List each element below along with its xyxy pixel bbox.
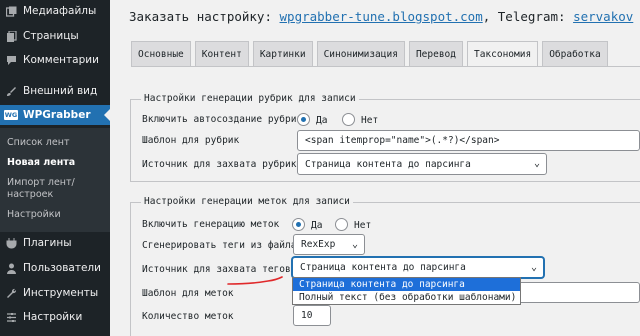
rubric-source-label: Источник для захвата рубрик bbox=[142, 159, 297, 170]
rubric-source-value: Страница контента до парсинга bbox=[305, 158, 471, 170]
telegram-link[interactable]: servakov bbox=[573, 9, 633, 24]
wpgrabber-icon: WG bbox=[3, 109, 19, 121]
menu-label: Медиафайлы bbox=[23, 5, 97, 17]
menu-label: Внешний вид bbox=[23, 85, 98, 97]
chevron-down-icon: ⌄ bbox=[530, 261, 537, 273]
settings-tabs: Основные Контент Картинки Синонимизация … bbox=[131, 41, 612, 67]
heading-prefix: Заказать настройку: bbox=[129, 9, 272, 24]
tabs-divider bbox=[131, 66, 640, 67]
tags-section-legend: Настройки генерации меток для записи bbox=[141, 196, 353, 207]
wpgrabber-submenu: Список лент Новая лента Импорт лент/ нас… bbox=[0, 128, 110, 232]
menu-label: Настройки bbox=[23, 311, 83, 323]
pages-icon bbox=[5, 30, 17, 42]
tab-translation[interactable]: Перевод bbox=[408, 41, 463, 66]
submenu-settings[interactable]: Настройки bbox=[7, 209, 61, 221]
admin-sidebar: Медиафайлы Страницы Комментарии Внешний … bbox=[0, 0, 110, 336]
enable-tags-yes-radio[interactable] bbox=[292, 218, 305, 231]
autocreate-yes-radio[interactable] bbox=[297, 113, 310, 126]
page-heading: Заказать настройку: wpgrabber-tune.blogs… bbox=[129, 9, 633, 24]
menu-item-comments[interactable]: Комментарии bbox=[0, 50, 110, 70]
menu-label: Пользователи bbox=[23, 262, 101, 274]
red-underline-annotation bbox=[227, 276, 283, 285]
autocreate-label: Включить автосоздание рубрик bbox=[142, 114, 303, 125]
rubric-section-legend: Настройки генерации рубрик для записи bbox=[141, 93, 359, 104]
submenu-import-line2[interactable]: настроек bbox=[7, 189, 53, 201]
menu-item-tools[interactable]: Инструменты bbox=[0, 283, 110, 303]
tools-icon bbox=[5, 287, 17, 299]
menu-label: Плагины bbox=[23, 237, 72, 249]
menu-label: Комментарии bbox=[23, 54, 99, 66]
tab-basic[interactable]: Основные bbox=[131, 41, 191, 66]
tab-taxonomy[interactable]: Таксономия bbox=[466, 41, 539, 67]
dropdown-option-before-parsing[interactable]: Страница контента до парсинга bbox=[293, 278, 520, 291]
menu-label: Инструменты bbox=[23, 287, 99, 299]
enable-tags-no-radio[interactable] bbox=[335, 218, 348, 231]
site-link[interactable]: wpgrabber-tune.blogspot.com bbox=[280, 9, 483, 24]
rubric-template-input[interactable]: <span itemprop="name">(.*?)</span> bbox=[297, 130, 640, 151]
menu-item-users[interactable]: Пользователи bbox=[0, 258, 110, 278]
media-icon bbox=[5, 5, 17, 17]
generate-tags-value: RexExp bbox=[301, 239, 336, 250]
menu-item-appearance[interactable]: Внешний вид bbox=[0, 81, 110, 101]
active-menu-arrow bbox=[104, 109, 110, 121]
chevron-down-icon: ⌄ bbox=[351, 238, 358, 250]
tags-source-dropdown-list: Страница контента до парсинга Полный тек… bbox=[292, 277, 521, 305]
appearance-icon bbox=[5, 85, 17, 97]
tags-template-label: Шаблон для меток bbox=[142, 288, 234, 299]
submenu-feed-list[interactable]: Список лент bbox=[7, 137, 69, 149]
rubric-source-select[interactable]: Страница контента до парсинга ⌄ bbox=[297, 153, 547, 175]
dropdown-option-full-text[interactable]: Полный текст (без обработки шаблонами) bbox=[293, 291, 520, 304]
plugins-icon bbox=[5, 237, 17, 249]
submenu-new-feed[interactable]: Новая лента bbox=[7, 157, 75, 169]
tags-count-input[interactable]: 10 bbox=[293, 305, 331, 326]
menu-item-media[interactable]: Медиафайлы bbox=[0, 1, 110, 21]
comments-icon bbox=[5, 54, 17, 66]
submenu-import[interactable]: Импорт лент/ bbox=[7, 177, 75, 189]
rubric-template-label: Шаблон для рубрик bbox=[142, 135, 240, 146]
menu-item-pages[interactable]: Страницы bbox=[0, 26, 110, 46]
autocreate-no-radio[interactable] bbox=[342, 113, 355, 126]
tags-source-select[interactable]: Страница контента до парсинга ⌄ bbox=[292, 257, 544, 278]
tab-processing[interactable]: Обработка bbox=[542, 41, 608, 66]
menu-label: WPGrabber bbox=[23, 109, 91, 121]
generate-tags-select[interactable]: RexExp ⌄ bbox=[293, 234, 365, 255]
menu-item-wpgrabber[interactable]: WG WPGrabber bbox=[0, 105, 110, 125]
menu-item-settings[interactable]: Настройки bbox=[0, 307, 110, 327]
tab-synonymization[interactable]: Синонимизация bbox=[316, 41, 405, 66]
menu-item-plugins[interactable]: Плагины bbox=[0, 233, 110, 253]
generate-tags-label: Сгенерировать теги из файла bbox=[142, 240, 297, 251]
enable-tags-label: Включить генерацию меток bbox=[142, 219, 280, 230]
heading-separator: , Telegram: bbox=[482, 9, 566, 24]
tags-source-label: Источник для захвата тегов bbox=[142, 264, 291, 275]
settings-icon bbox=[5, 311, 17, 323]
enable-tags-no-label: Нет bbox=[354, 220, 372, 231]
tab-images[interactable]: Картинки bbox=[252, 41, 313, 66]
users-icon bbox=[5, 262, 17, 274]
chevron-down-icon: ⌄ bbox=[533, 157, 540, 169]
autocreate-no-label: Нет bbox=[361, 115, 379, 126]
wg-badge: WG bbox=[3, 110, 19, 120]
tags-count-label: Количество меток bbox=[142, 311, 234, 322]
menu-label: Страницы bbox=[23, 30, 79, 42]
tags-source-value: Страница контента до парсинга bbox=[300, 262, 466, 273]
autocreate-yes-label: Да bbox=[316, 115, 328, 126]
enable-tags-yes-label: Да bbox=[311, 220, 323, 231]
tab-content[interactable]: Контент bbox=[194, 41, 249, 66]
